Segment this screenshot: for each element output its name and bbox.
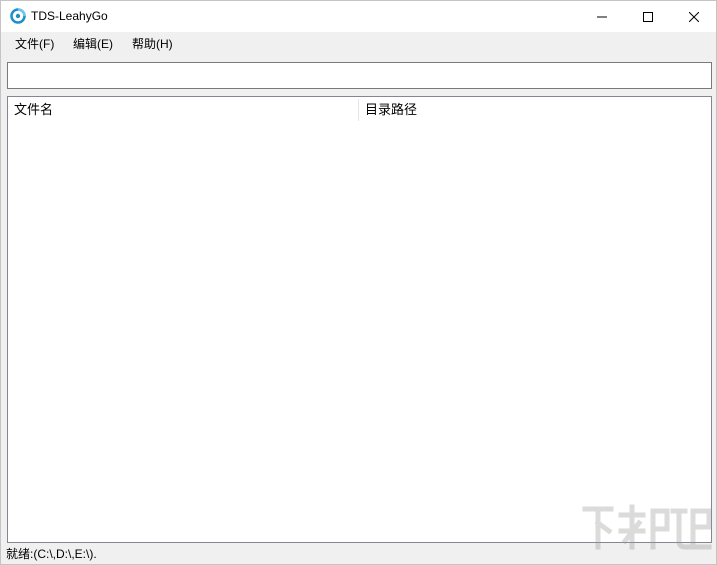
title-bar[interactable]: TDS-LeahyGo <box>1 1 716 32</box>
maximize-icon <box>643 11 653 22</box>
list-body[interactable] <box>8 122 711 542</box>
app-window: TDS-LeahyGo 文件(F) 编辑(E) 帮助(H) 文件名 目录路径 就… <box>0 0 717 565</box>
watermark-logo <box>582 504 712 550</box>
minimize-button[interactable] <box>579 1 625 32</box>
menu-help[interactable]: 帮助(H) <box>130 37 175 52</box>
column-header-directory-path[interactable]: 目录路径 <box>359 97 711 122</box>
minimize-icon <box>597 16 607 17</box>
file-list[interactable]: 文件名 目录路径 <box>7 96 712 543</box>
menu-bar: 文件(F) 编辑(E) 帮助(H) <box>1 32 716 57</box>
column-header-filename[interactable]: 文件名 <box>8 97 358 122</box>
app-icon <box>10 8 26 24</box>
window-title: TDS-LeahyGo <box>31 9 108 23</box>
menu-edit[interactable]: 编辑(E) <box>71 37 115 52</box>
close-icon <box>689 11 699 22</box>
list-header: 文件名 目录路径 <box>8 97 711 122</box>
menu-file[interactable]: 文件(F) <box>13 37 56 52</box>
status-text: 就绪:(C:\,D:\,E:\). <box>6 547 97 561</box>
search-input[interactable] <box>7 62 712 89</box>
close-button[interactable] <box>671 1 717 32</box>
maximize-button[interactable] <box>625 1 671 32</box>
